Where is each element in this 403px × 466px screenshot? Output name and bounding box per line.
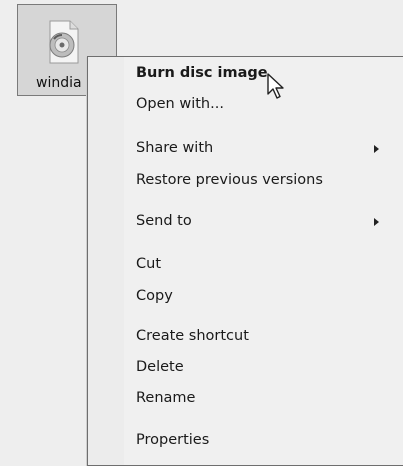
menu-item-send-to[interactable]: Send to [136, 213, 192, 229]
submenu-arrow-icon [374, 145, 379, 153]
menu-item-share-with[interactable]: Share with [136, 140, 213, 156]
menu-item-burn-disc-image[interactable]: Burn disc image [136, 65, 268, 81]
menu-item-open-with[interactable]: Open with... [136, 96, 224, 112]
menu-item-delete[interactable]: Delete [136, 359, 184, 375]
menu-item-properties[interactable]: Properties [136, 432, 209, 448]
menu-item-create-shortcut[interactable]: Create shortcut [136, 328, 249, 344]
file-name-label: windia [36, 75, 82, 91]
menu-item-copy[interactable]: Copy [136, 288, 173, 304]
disc-image-icon [49, 20, 79, 64]
menu-item-restore-previous-versions[interactable]: Restore previous versions [136, 172, 323, 188]
menu-item-cut[interactable]: Cut [136, 256, 161, 272]
context-menu: Burn disc image Open with... Share with … [87, 56, 403, 466]
submenu-arrow-icon [374, 218, 379, 226]
menu-icon-gutter [88, 57, 124, 465]
arrow-pointer-icon [267, 73, 284, 99]
menu-item-rename[interactable]: Rename [136, 390, 195, 406]
